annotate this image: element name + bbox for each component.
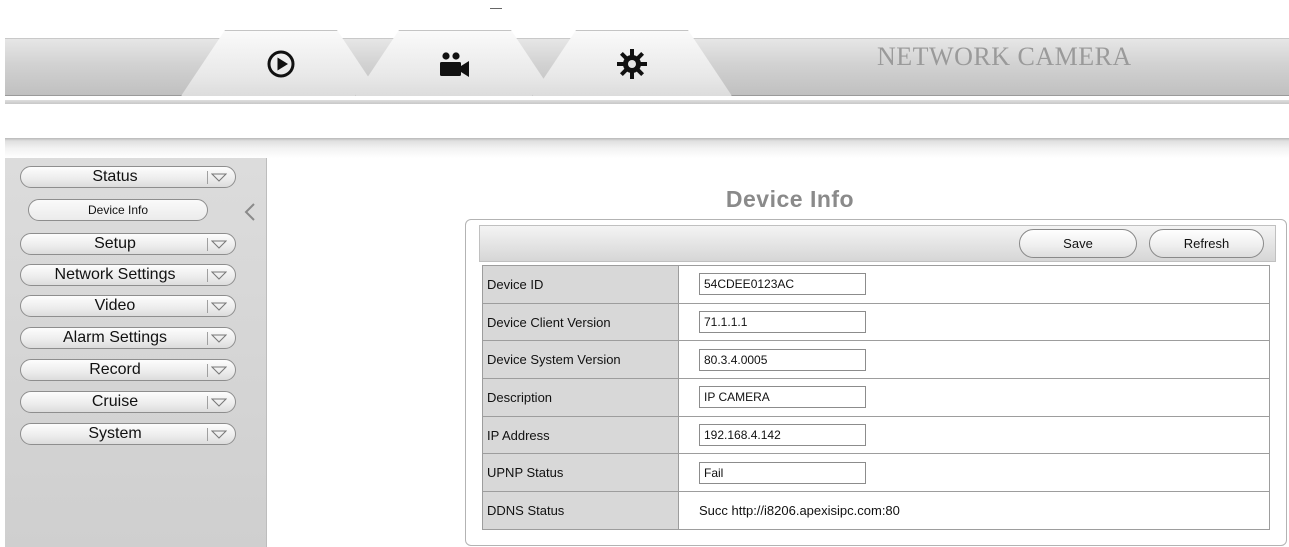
chevron-down-icon <box>207 364 229 377</box>
system-version-field[interactable]: 80.3.4.0005 <box>699 348 866 371</box>
table-row: Device Client Version 71.1.1.1 <box>482 302 1270 342</box>
sidebar-item-alarm-settings[interactable]: Alarm Settings <box>20 327 236 349</box>
header-tick <box>490 8 502 9</box>
active-pointer-icon <box>244 202 256 227</box>
row-label: Device Client Version <box>482 302 679 342</box>
top-header: NETWORK CAMERA <box>5 8 1289 106</box>
description-field[interactable]: IP CAMERA <box>699 386 866 409</box>
row-label: IP Address <box>482 415 679 455</box>
sidebar-item-label: System <box>88 425 142 442</box>
sidebar-item-label: Network Settings <box>54 266 176 283</box>
row-label: Device ID <box>482 265 679 304</box>
gear-icon <box>615 47 649 81</box>
row-label: Device System Version <box>482 340 679 380</box>
sidebar-item-label: Record <box>89 361 141 378</box>
table-row: UPNP Status Fail <box>482 453 1270 493</box>
table-row: Device System Version 80.3.4.0005 <box>482 340 1270 380</box>
save-button[interactable]: Save <box>1019 229 1137 258</box>
table-row: Description IP CAMERA <box>482 378 1270 417</box>
refresh-button[interactable]: Refresh <box>1149 229 1264 258</box>
panel-toolbar: Save Refresh <box>479 225 1276 262</box>
sidebar-item-system[interactable]: System <box>20 423 236 445</box>
content-frame-top <box>5 138 1289 158</box>
device-info-table: Device ID 54CDEE0123AC Device Client Ver… <box>482 265 1270 530</box>
sidebar-item-label: Cruise <box>91 393 139 410</box>
chevron-down-icon <box>207 269 229 282</box>
sidebar-item-cruise[interactable]: Cruise <box>20 391 236 413</box>
chevron-down-icon <box>207 171 229 184</box>
chevron-down-icon <box>207 396 229 409</box>
sidebar-item-label: Setup <box>94 235 136 252</box>
row-label: Description <box>482 378 679 417</box>
play-icon <box>264 47 298 81</box>
row-label: DDNS Status <box>482 491 679 530</box>
video-camera-icon <box>438 47 472 81</box>
upnp-status-field[interactable]: Fail <box>699 461 866 484</box>
chevron-down-icon <box>207 428 229 441</box>
sidebar-item-record[interactable]: Record <box>20 359 236 381</box>
chevron-down-icon <box>207 238 229 251</box>
chevron-down-icon <box>207 300 229 313</box>
row-label: UPNP Status <box>482 453 679 493</box>
table-row: IP Address 192.168.4.142 <box>482 415 1270 455</box>
brand-title: NETWORK CAMERA <box>877 42 1132 71</box>
page-title: Device Info <box>725 186 855 212</box>
client-version-field[interactable]: 71.1.1.1 <box>699 311 866 334</box>
ddns-status-value: Succ http://i8206.apexisipc.com:80 <box>678 491 1270 530</box>
sidebar-item-network-settings[interactable]: Network Settings <box>20 264 236 286</box>
sidebar-item-setup[interactable]: Setup <box>20 233 236 255</box>
sidebar-item-label: Status <box>92 168 138 185</box>
sidebar-item-status[interactable]: Status <box>20 166 236 188</box>
chevron-down-icon <box>207 332 229 345</box>
sidebar-item-label: Alarm Settings <box>62 329 168 346</box>
table-row: Device ID 54CDEE0123AC <box>482 265 1270 304</box>
sidebar-subitem-device-info[interactable]: Device Info <box>28 199 208 221</box>
table-row: DDNS Status Succ http://i8206.apexisipc.… <box>482 491 1270 530</box>
device-id-field[interactable]: 54CDEE0123AC <box>699 273 866 296</box>
sidebar-item-video[interactable]: Video <box>20 295 236 317</box>
header-rule <box>5 100 1289 104</box>
sidebar-item-label: Video <box>94 297 136 314</box>
ip-address-field[interactable]: 192.168.4.142 <box>699 424 866 447</box>
